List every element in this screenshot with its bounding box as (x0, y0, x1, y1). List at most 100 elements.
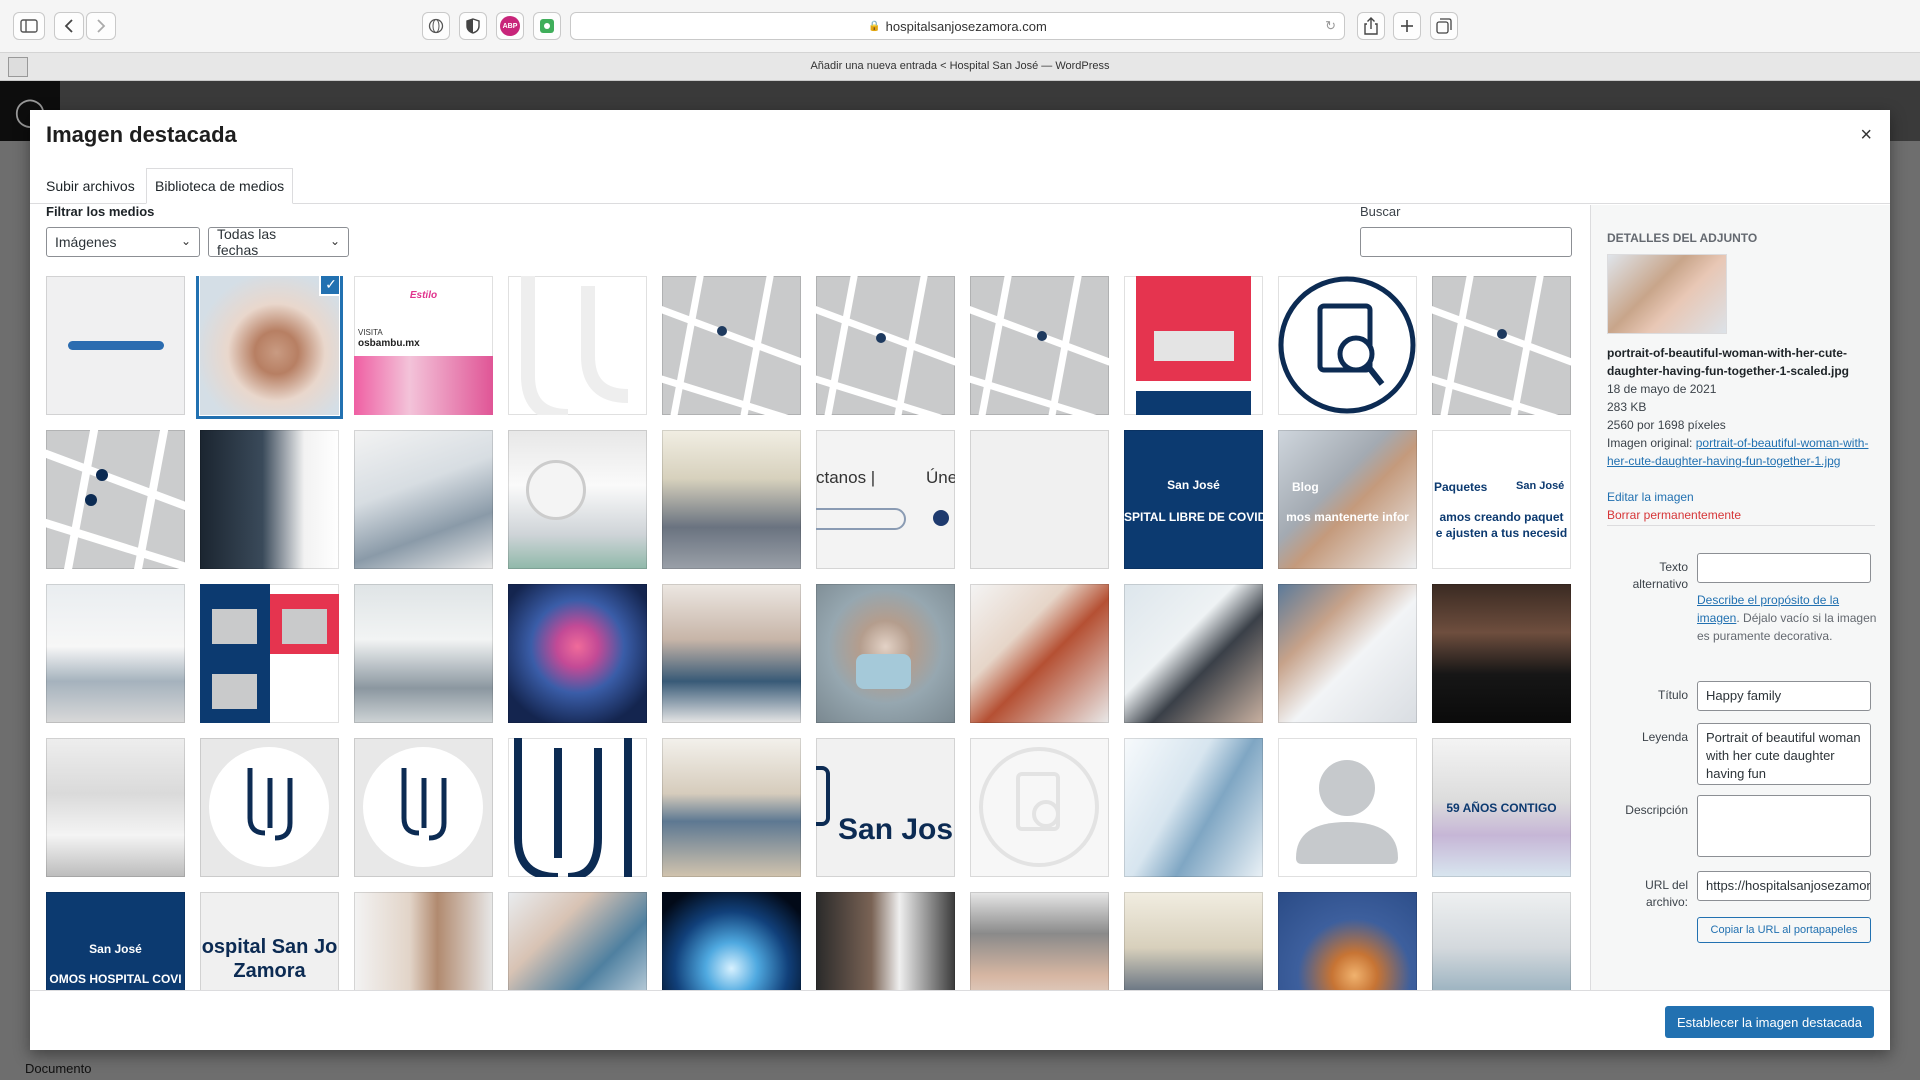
tab-title[interactable]: Añadir una nueva entrada < Hospital San … (0, 60, 1920, 72)
chevron-down-icon: ⌄ (180, 234, 191, 248)
media-item[interactable] (354, 584, 493, 723)
extension-icon[interactable] (533, 12, 561, 40)
media-item[interactable] (508, 738, 647, 877)
media-item[interactable]: San Jos (816, 738, 955, 877)
media-item[interactable] (200, 430, 339, 569)
media-item[interactable] (1124, 738, 1263, 877)
attachment-size: 283 KB (1607, 400, 1647, 414)
media-item[interactable]: Paquetes San José amos creando paquet e … (1432, 430, 1571, 569)
media-item[interactable] (1432, 892, 1571, 990)
filter-date-select[interactable]: Todas las fechas ⌄ (208, 226, 349, 258)
thumb-text: ospital San Jo (201, 936, 338, 958)
description-field[interactable] (1697, 795, 1871, 857)
filter-type-value: Imágenes (55, 234, 117, 250)
divider (1607, 525, 1875, 526)
thumb-text: VISITA (358, 328, 383, 337)
media-item[interactable] (1278, 738, 1417, 877)
check-icon[interactable]: ✓ (319, 276, 339, 296)
media-item[interactable] (816, 584, 955, 723)
media-item[interactable] (46, 430, 185, 569)
share-icon[interactable] (1357, 12, 1385, 40)
forward-icon[interactable] (86, 12, 116, 40)
back-icon[interactable] (54, 12, 84, 40)
copy-url-button[interactable]: Copiar la URL al portapapeles (1697, 917, 1871, 943)
close-icon[interactable]: × (1860, 124, 1872, 147)
media-item[interactable] (662, 276, 801, 415)
thumb-text: Estilo (409, 290, 438, 301)
file-url-field[interactable]: https://hospitalsanjosezamora (1697, 871, 1871, 901)
media-item[interactable]: Estilo VISITA osbambu.mx (354, 276, 493, 415)
media-item[interactable] (508, 430, 647, 569)
media-item[interactable] (508, 584, 647, 723)
sidebar-toggle-icon[interactable] (13, 12, 45, 40)
media-item[interactable] (46, 584, 185, 723)
media-item[interactable] (970, 584, 1109, 723)
alt-text-help: Describe el propósito de la imagen. Déja… (1697, 591, 1877, 645)
media-item[interactable] (354, 430, 493, 569)
address-bar[interactable]: 🔒 hospitalsanjosezamora.com ↻ (570, 12, 1345, 40)
media-item[interactable]: ospital San Jo Zamora (200, 892, 339, 990)
caption-field[interactable]: Portrait of beautiful woman with her cut… (1697, 723, 1871, 785)
media-grid: ✓ Estilo VISITA osbambu.mx ctanos | Úne … (46, 276, 1580, 990)
media-item[interactable]: 59 AÑOS CONTIGO (1432, 738, 1571, 877)
alt-text-field[interactable] (1697, 553, 1871, 583)
original-label: Imagen original: (1607, 436, 1693, 450)
media-item[interactable] (662, 738, 801, 877)
reload-icon[interactable]: ↻ (1325, 18, 1336, 34)
thumb-text: osbambu.mx (358, 338, 420, 349)
media-item[interactable] (970, 892, 1109, 990)
caption-label: Leyenda (1641, 730, 1688, 744)
chevron-down-icon: ⌄ (329, 234, 340, 248)
tab-media-library[interactable]: Biblioteca de medios (146, 168, 294, 204)
media-item[interactable] (816, 276, 955, 415)
thumb-text: OMOS HOSPITAL COVI (49, 972, 182, 986)
media-item[interactable] (970, 430, 1109, 569)
set-featured-image-button[interactable]: Establecer la imagen destacada (1664, 1006, 1874, 1038)
media-item[interactable] (354, 892, 493, 990)
media-item[interactable]: ctanos | Úne (816, 430, 955, 569)
media-item[interactable] (662, 892, 801, 990)
media-item[interactable] (46, 276, 185, 415)
media-item[interactable] (1432, 584, 1571, 723)
filter-type-select[interactable]: Imágenes ⌄ (46, 227, 200, 257)
media-item[interactable]: San José OMOS HOSPITAL COVI (46, 892, 185, 990)
media-item[interactable] (1124, 276, 1263, 415)
search-input[interactable] (1360, 227, 1572, 257)
status-text: Documento (25, 1061, 92, 1076)
media-item[interactable] (970, 738, 1109, 877)
thumb-text: San José (1167, 478, 1220, 492)
media-item[interactable] (816, 892, 955, 990)
thumb-text: amos creando paquet (1439, 510, 1564, 524)
tab-upload-files[interactable]: Subir archivos (38, 168, 143, 204)
title-field[interactable]: Happy family (1697, 681, 1871, 711)
media-item[interactable] (1124, 584, 1263, 723)
media-item[interactable] (200, 584, 339, 723)
media-item[interactable] (662, 584, 801, 723)
edit-image-link[interactable]: Editar la imagen (1607, 488, 1694, 506)
shield-icon[interactable] (459, 12, 487, 40)
media-item-selected[interactable]: ✓ (200, 276, 339, 415)
media-item[interactable] (1124, 892, 1263, 990)
globe-icon[interactable] (422, 12, 450, 40)
media-item[interactable] (970, 276, 1109, 415)
url-text: hospitalsanjosezamora.com (885, 18, 1047, 34)
media-item[interactable] (1432, 276, 1571, 415)
media-item[interactable] (662, 430, 801, 569)
media-item[interactable] (508, 276, 647, 415)
adblock-icon[interactable]: ABP (496, 12, 524, 40)
attachment-original: Imagen original: portrait-of-beautiful-w… (1607, 434, 1877, 470)
delete-permanently-link[interactable]: Borrar permanentemente (1607, 506, 1741, 524)
media-item[interactable] (1278, 584, 1417, 723)
media-item[interactable]: San José SPITAL LIBRE DE COVID (1124, 430, 1263, 569)
media-item[interactable] (46, 738, 185, 877)
new-tab-icon[interactable] (1393, 12, 1421, 40)
media-item[interactable] (508, 892, 647, 990)
media-item[interactable] (1278, 892, 1417, 990)
tab-bar: Añadir una nueva entrada < Hospital San … (0, 52, 1920, 81)
media-item[interactable] (354, 738, 493, 877)
tab-overview-icon[interactable] (1430, 12, 1458, 40)
media-item[interactable] (200, 738, 339, 877)
title-label: Título (1657, 688, 1688, 702)
media-item[interactable]: Blog mos mantenerte infor (1278, 430, 1417, 569)
media-item[interactable] (1278, 276, 1417, 415)
